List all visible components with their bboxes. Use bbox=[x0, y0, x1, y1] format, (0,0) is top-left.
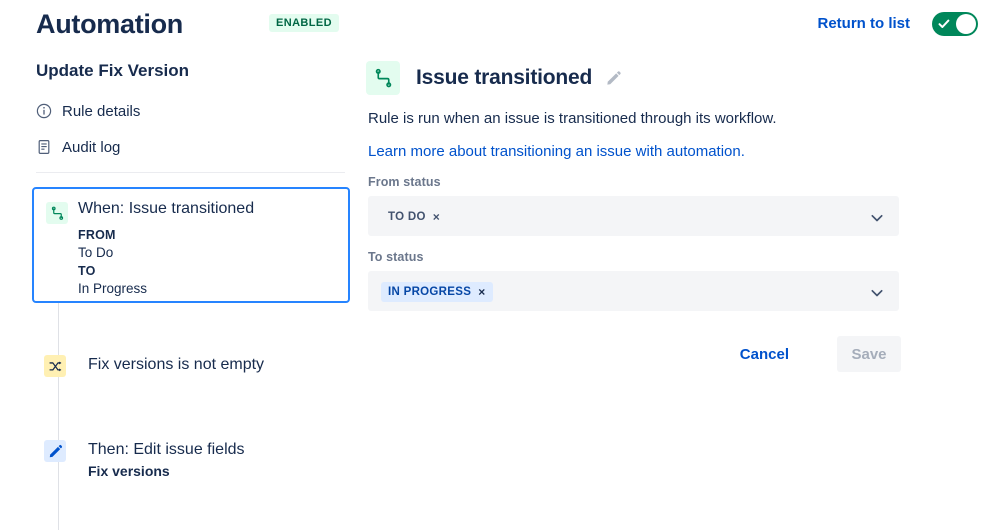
automation-rule-editor-page: Automation ENABLED Return to list Update… bbox=[0, 0, 998, 530]
to-status-select[interactable]: IN PROGRESS × bbox=[368, 271, 899, 311]
sidebar-item-rule-details[interactable]: Rule details bbox=[36, 99, 140, 123]
issue-transitioned-icon bbox=[366, 61, 400, 95]
rule-step-title: Then: Edit issue fields bbox=[88, 441, 245, 458]
status-chip-label: IN PROGRESS bbox=[388, 286, 472, 298]
rule-step-text: Fix versions is not empty bbox=[88, 355, 264, 375]
issue-transitioned-icon bbox=[46, 202, 68, 224]
to-status-label: To status bbox=[368, 250, 424, 264]
trigger-detail-panel: Issue transitioned Rule is run when an i… bbox=[366, 48, 998, 530]
status-chip-to-do: TO DO × bbox=[381, 207, 448, 227]
sidebar-item-label: Rule details bbox=[62, 102, 141, 120]
from-value-label: To Do bbox=[78, 245, 114, 260]
remove-chip-icon[interactable]: × bbox=[478, 286, 485, 298]
form-actions: Cancel Save bbox=[366, 336, 901, 376]
sidebar-item-audit-log[interactable]: Audit log bbox=[36, 135, 120, 159]
detail-header: Issue transitioned bbox=[366, 61, 622, 95]
status-chip-in-progress: IN PROGRESS × bbox=[381, 282, 493, 302]
sidebar-divider bbox=[36, 172, 345, 173]
condition-shuffle-icon bbox=[44, 355, 66, 377]
sidebar-item-label: Audit log bbox=[62, 138, 121, 156]
pencil-icon[interactable] bbox=[605, 70, 622, 87]
toggle-knob bbox=[956, 14, 976, 34]
remove-chip-icon[interactable]: × bbox=[433, 211, 440, 223]
cancel-button[interactable]: Cancel bbox=[740, 346, 789, 363]
to-value-label: In Progress bbox=[78, 281, 148, 296]
rule-step-subtitle: Fix versions bbox=[88, 463, 170, 479]
rule-step-text: Then: Edit issue fields Fix versions bbox=[88, 440, 245, 479]
rule-step-condition[interactable]: Fix versions is not empty bbox=[44, 355, 264, 377]
chevron-down-icon[interactable] bbox=[869, 285, 885, 301]
learn-more-link[interactable]: Learn more about transitioning an issue … bbox=[368, 143, 745, 160]
rule-step-details: FROM To Do TO In Progress bbox=[78, 226, 147, 298]
edit-pencil-icon bbox=[44, 440, 66, 462]
rule-step-trigger-card[interactable]: When: Issue transitioned FROM To Do TO I… bbox=[32, 187, 350, 303]
chevron-down-icon[interactable] bbox=[869, 210, 885, 226]
from-status-label: From status bbox=[368, 175, 441, 189]
save-button[interactable]: Save bbox=[837, 336, 901, 372]
page-title: Automation bbox=[36, 9, 183, 39]
info-circle-icon bbox=[36, 103, 62, 119]
status-chip-label: TO DO bbox=[388, 211, 426, 223]
document-lines-icon bbox=[36, 139, 62, 155]
rule-enabled-toggle[interactable] bbox=[932, 12, 978, 36]
rule-step-title: Fix versions is not empty bbox=[88, 356, 265, 373]
check-icon bbox=[938, 19, 950, 28]
rule-step-action[interactable]: Then: Edit issue fields Fix versions bbox=[44, 440, 245, 479]
status-badge: ENABLED bbox=[269, 14, 339, 32]
to-key-label: TO bbox=[78, 264, 96, 278]
rule-name: Update Fix Version bbox=[36, 61, 190, 80]
rule-chain-panel: Update Fix Version Rule details Audit lo… bbox=[0, 48, 352, 530]
top-bar: Automation ENABLED Return to list bbox=[0, 0, 998, 48]
from-status-select[interactable]: TO DO × bbox=[368, 196, 899, 236]
detail-title: Issue transitioned bbox=[416, 66, 593, 89]
return-to-list-link[interactable]: Return to list bbox=[818, 15, 911, 32]
rule-step-title: When: Issue transitioned bbox=[78, 200, 255, 217]
from-key-label: FROM bbox=[78, 228, 116, 242]
detail-description: Rule is run when an issue is transitione… bbox=[368, 110, 777, 127]
